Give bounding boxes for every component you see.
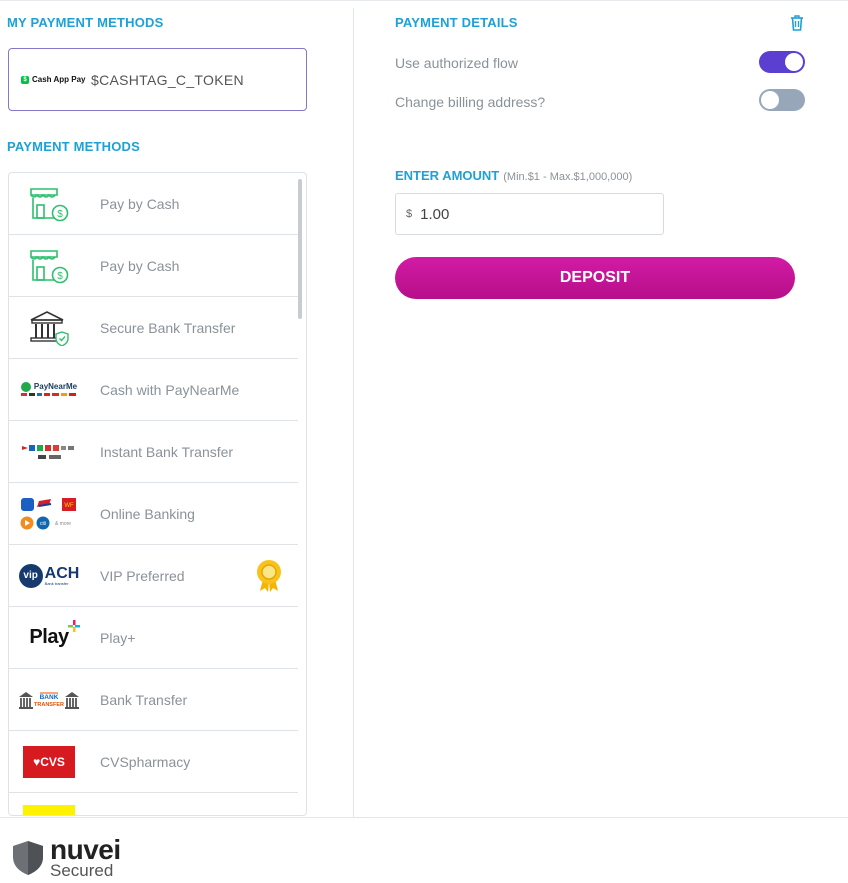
svg-text:WF: WF	[64, 503, 74, 509]
authorized-flow-toggle[interactable]	[759, 51, 805, 73]
shield-icon	[13, 840, 43, 875]
enter-amount-title: ENTER AMOUNT (Min.$1 - Max.$1,000,000)	[395, 168, 633, 183]
bank-logos-icon	[9, 421, 89, 483]
svg-text:$: $	[57, 209, 63, 220]
nuvei-secured-logo: nuvei Secured	[12, 836, 121, 879]
method-item-partial[interactable]	[9, 793, 298, 815]
top-border	[0, 0, 848, 1]
paynearme-logo: PayNearMe	[9, 359, 89, 421]
method-item-instant-bank-transfer[interactable]: Instant Bank Transfer	[9, 421, 298, 483]
online-banking-logos: WF citi & more	[9, 483, 89, 545]
svg-text:BANK: BANK	[40, 694, 59, 701]
award-badge-icon	[256, 559, 282, 598]
payment-details-title: PAYMENT DETAILS	[395, 15, 518, 30]
method-item-play-plus[interactable]: Play Play+	[9, 607, 298, 669]
partial-logo	[9, 793, 89, 815]
svg-text:TRANSFER: TRANSFER	[34, 702, 64, 708]
play-plus-logo: Play	[9, 607, 89, 669]
trash-icon[interactable]	[789, 14, 805, 32]
svg-text:$: $	[57, 271, 63, 282]
svg-text:citi: citi	[40, 521, 46, 527]
cvs-logo: ♥CVS	[9, 731, 89, 793]
method-item-bank-transfer[interactable]: BANK TRANSFER Bank Transfer	[9, 669, 298, 731]
cash-app-pay-logo: $ Cash App Pay	[21, 75, 91, 84]
method-item-pay-by-cash[interactable]: $ Pay by Cash	[9, 173, 298, 235]
store-cash-icon: $	[9, 173, 89, 235]
amount-range: (Min.$1 - Max.$1,000,000)	[503, 171, 633, 183]
billing-address-label: Change billing address?	[395, 94, 546, 110]
currency-symbol: $	[406, 208, 413, 220]
panel-divider	[353, 8, 354, 818]
method-item-vip-preferred[interactable]: vip ACH Bank transfer VIP Preferred	[9, 545, 298, 607]
method-item-cvs[interactable]: ♥CVS CVSpharmacy	[9, 731, 298, 793]
amount-input[interactable]	[420, 205, 621, 223]
amount-field[interactable]: $	[395, 193, 664, 235]
svg-text:& more: & more	[55, 521, 71, 527]
footer-divider	[0, 817, 848, 818]
saved-method-card[interactable]: $ Cash App Pay $CASHTAG_C_TOKEN	[8, 48, 307, 111]
vip-ach-logo: vip ACH Bank transfer	[9, 545, 89, 607]
method-item-online-banking[interactable]: WF citi & more Online Banking	[9, 483, 298, 545]
authorized-flow-label: Use authorized flow	[395, 55, 518, 71]
store-cash-icon: $	[9, 235, 89, 297]
saved-method-label: $CASHTAG_C_TOKEN	[91, 71, 244, 88]
list-scrollbar[interactable]	[298, 179, 302, 319]
method-item-pay-by-cash-2[interactable]: $ Pay by Cash	[9, 235, 298, 297]
method-item-paynearme[interactable]: PayNearMe Cash with PayNearMe	[9, 359, 298, 421]
method-item-secure-bank-transfer[interactable]: Secure Bank Transfer	[9, 297, 298, 359]
deposit-button[interactable]: DEPOSIT	[395, 257, 795, 299]
payment-methods-title: PAYMENT METHODS	[7, 139, 141, 154]
my-payment-methods-title: MY PAYMENT METHODS	[7, 15, 164, 30]
billing-address-toggle[interactable]	[759, 89, 805, 111]
payment-methods-list[interactable]: $ Pay by Cash $ Pay by Cash Secure Bank …	[8, 172, 307, 816]
bank-transfer-logo: BANK TRANSFER	[9, 669, 89, 731]
bank-shield-icon	[9, 297, 89, 359]
